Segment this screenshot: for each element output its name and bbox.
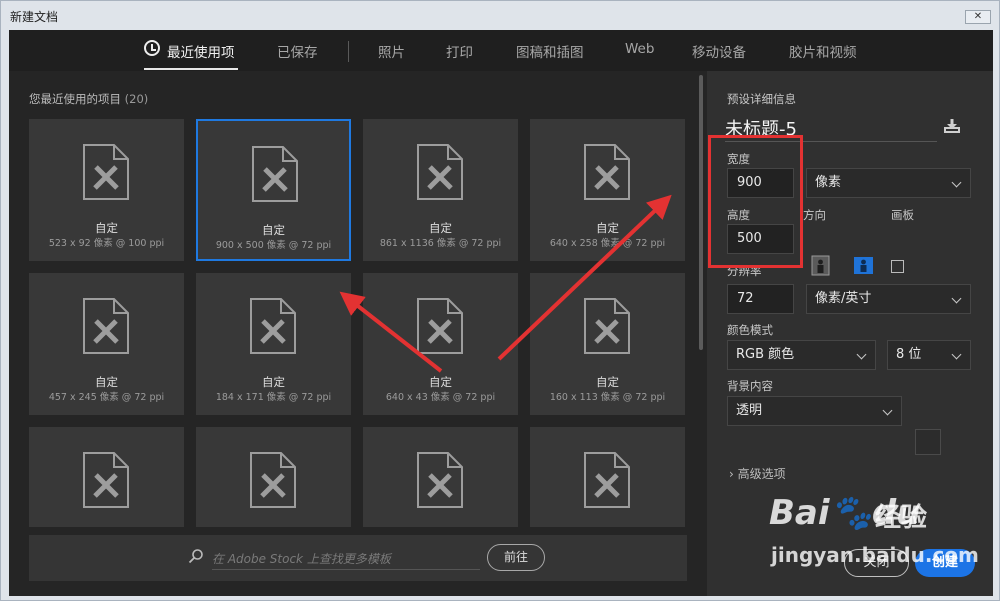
preset-name: 自定 bbox=[429, 221, 452, 235]
recent-label: 您最近使用的项目 bbox=[29, 92, 121, 106]
preset-size: 523 x 92 像素 @ 100 ppi bbox=[48, 238, 165, 249]
window-close-button[interactable]: ✕ bbox=[965, 10, 991, 24]
recent-count: (20) bbox=[124, 92, 149, 106]
title-bar: 新建文档 ✕ bbox=[1, 1, 999, 29]
orientation-label: 方向 bbox=[803, 208, 826, 222]
background-color-swatch[interactable] bbox=[915, 429, 941, 455]
document-pencil-icon bbox=[584, 144, 630, 200]
save-preset-icon[interactable] bbox=[943, 118, 961, 134]
tab-print[interactable]: 打印 bbox=[446, 41, 473, 61]
scrollbar[interactable] bbox=[699, 75, 703, 350]
preset-card[interactable]: 自定 523 x 92 像素 @ 100 ppi bbox=[29, 119, 184, 261]
color-mode-select[interactable]: RGB 颜色 bbox=[727, 340, 876, 370]
go-button[interactable]: 前往 bbox=[487, 544, 545, 571]
preset-size: 861 x 1136 像素 @ 72 ppi bbox=[379, 238, 502, 249]
preset-card[interactable]: 自定 861 x 1136 像素 @ 72 ppi bbox=[363, 119, 518, 261]
chevron-down-icon bbox=[951, 293, 962, 304]
portrait-orientation-icon[interactable] bbox=[810, 255, 831, 276]
unit-value: 像素 bbox=[815, 175, 842, 190]
artboard-label: 画板 bbox=[891, 208, 914, 222]
annotation-highlight-box bbox=[708, 135, 803, 268]
preset-name: 自定 bbox=[95, 375, 118, 389]
preset-card[interactable]: 自定 160 x 113 像素 @ 72 ppi bbox=[530, 273, 685, 415]
chevron-down-icon bbox=[951, 349, 962, 360]
document-pencil-icon bbox=[83, 452, 129, 508]
document-pencil-icon bbox=[83, 144, 129, 200]
chevron-right-icon: › bbox=[729, 467, 734, 481]
preset-card[interactable]: 自定 640 x 43 像素 @ 72 ppi bbox=[363, 273, 518, 415]
preset-card[interactable]: 自定 640 x 258 像素 @ 72 ppi bbox=[530, 119, 685, 261]
resolution-input[interactable]: 72 bbox=[727, 284, 794, 314]
tab-mobile[interactable]: 移动设备 bbox=[692, 41, 746, 61]
close-button[interactable]: 关闭 bbox=[844, 549, 909, 577]
preset-card[interactable]: 自定 184 x 171 像素 @ 72 ppi bbox=[196, 273, 351, 415]
stock-search-bar: 前往 bbox=[29, 535, 687, 581]
clock-icon bbox=[144, 40, 160, 56]
window-title: 新建文档 bbox=[10, 10, 59, 24]
recent-header: 您最近使用的项目 (20) bbox=[29, 91, 148, 107]
document-pencil-icon bbox=[584, 452, 630, 508]
preset-name: 自定 bbox=[429, 375, 452, 389]
preset-card[interactable]: 自定 457 x 245 像素 @ 72 ppi bbox=[29, 273, 184, 415]
color-mode-value: RGB 颜色 bbox=[736, 347, 795, 362]
preset-name: 自定 bbox=[262, 223, 285, 237]
document-pencil-icon bbox=[252, 146, 298, 202]
advanced-options-label: 高级选项 bbox=[737, 467, 786, 481]
tab-recent[interactable]: 最近使用项 bbox=[167, 41, 235, 61]
chevron-down-icon bbox=[856, 349, 867, 360]
bit-depth-select[interactable]: 8 位 bbox=[887, 340, 971, 370]
preset-card[interactable] bbox=[363, 427, 518, 527]
create-button[interactable]: 创建 bbox=[915, 549, 975, 577]
document-pencil-icon bbox=[417, 298, 463, 354]
preset-card[interactable] bbox=[196, 427, 351, 527]
unit-select[interactable]: 像素 bbox=[806, 168, 971, 198]
preset-name: 自定 bbox=[596, 221, 619, 235]
preset-header: 预设详细信息 bbox=[727, 92, 796, 106]
preset-size: 160 x 113 像素 @ 72 ppi bbox=[549, 392, 666, 403]
dialog-body: 最近使用项 已保存 照片 打印 图稿和插图 Web 移动设备 胶片和视频 您最近… bbox=[9, 30, 993, 596]
preset-card[interactable] bbox=[29, 427, 184, 527]
active-tab-indicator bbox=[144, 68, 238, 70]
preset-card[interactable]: 自定 900 x 500 像素 @ 72 ppi bbox=[196, 119, 351, 261]
preset-size: 184 x 171 像素 @ 72 ppi bbox=[215, 392, 332, 403]
tab-photo[interactable]: 照片 bbox=[378, 41, 405, 61]
preset-name: 自定 bbox=[596, 375, 619, 389]
tab-web[interactable]: Web bbox=[625, 41, 654, 57]
preset-size: 640 x 43 像素 @ 72 ppi bbox=[385, 392, 496, 403]
preset-name: 自定 bbox=[95, 221, 118, 235]
background-value: 透明 bbox=[736, 403, 763, 418]
color-mode-label: 颜色模式 bbox=[727, 323, 773, 337]
resolution-unit-select[interactable]: 像素/英寸 bbox=[806, 284, 971, 314]
preset-size: 900 x 500 像素 @ 72 ppi bbox=[215, 240, 332, 251]
background-label: 背景内容 bbox=[727, 379, 773, 393]
new-document-dialog: 新建文档 ✕ 最近使用项 已保存 照片 打印 图稿和插图 Web 移动设备 胶片… bbox=[0, 0, 1000, 601]
preset-size: 457 x 245 像素 @ 72 ppi bbox=[48, 392, 165, 403]
category-tabs: 最近使用项 已保存 照片 打印 图稿和插图 Web 移动设备 胶片和视频 bbox=[9, 30, 993, 71]
document-pencil-icon bbox=[83, 298, 129, 354]
document-pencil-icon bbox=[584, 298, 630, 354]
document-pencil-icon bbox=[250, 452, 296, 508]
resolution-unit-value: 像素/英寸 bbox=[815, 291, 872, 306]
chevron-down-icon bbox=[951, 177, 962, 188]
advanced-options-toggle[interactable]: › 高级选项 bbox=[729, 465, 786, 482]
tab-separator bbox=[348, 41, 349, 62]
artboard-checkbox[interactable] bbox=[891, 260, 904, 273]
search-icon bbox=[188, 549, 203, 564]
tab-art-illustration[interactable]: 图稿和插图 bbox=[516, 41, 584, 61]
bit-depth-value: 8 位 bbox=[896, 347, 922, 362]
chevron-down-icon bbox=[882, 405, 893, 416]
document-pencil-icon bbox=[417, 452, 463, 508]
landscape-orientation-icon[interactable] bbox=[853, 255, 874, 276]
document-pencil-icon bbox=[417, 144, 463, 200]
tab-saved[interactable]: 已保存 bbox=[277, 41, 318, 61]
recent-panel: 您最近使用的项目 (20) 自定 523 x 92 像素 @ 100 ppi 自… bbox=[9, 71, 707, 596]
search-input[interactable] bbox=[212, 548, 480, 570]
preset-size: 640 x 258 像素 @ 72 ppi bbox=[549, 238, 666, 249]
preset-card[interactable] bbox=[530, 427, 685, 527]
tab-film-video[interactable]: 胶片和视频 bbox=[789, 41, 857, 61]
preset-name: 自定 bbox=[262, 375, 285, 389]
document-pencil-icon bbox=[250, 298, 296, 354]
background-select[interactable]: 透明 bbox=[727, 396, 902, 426]
